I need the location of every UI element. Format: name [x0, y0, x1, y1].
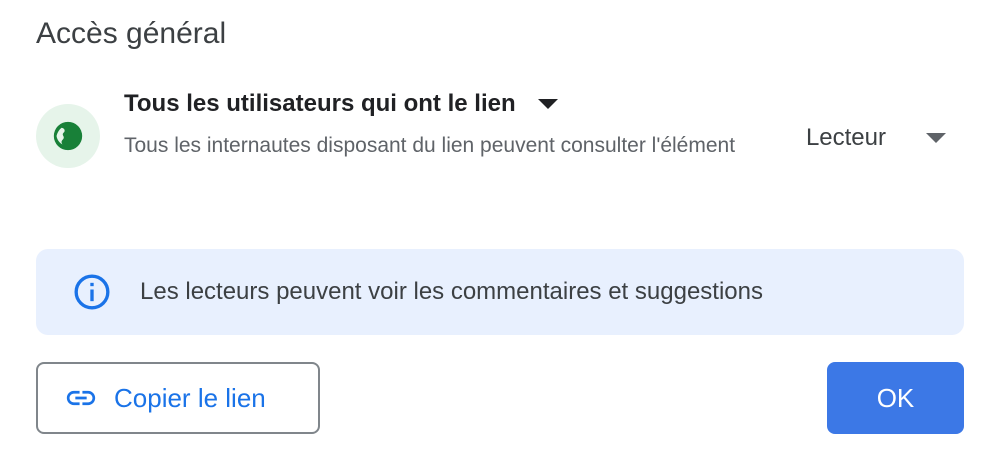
role-dropdown[interactable]: Lecteur — [806, 120, 948, 156]
general-access-label: Tous les utilisateurs qui ont le lien — [124, 90, 516, 117]
ok-button[interactable]: OK — [827, 362, 964, 434]
role-label: Lecteur — [805, 124, 886, 151]
copy-link-button[interactable]: Copier le lien — [36, 362, 320, 434]
general-access-row: Tous les utilisateurs qui ont le lien To… — [36, 86, 948, 198]
section-title: Accès général — [36, 17, 227, 50]
general-access-description: Tous les internautes disposant du lien p… — [124, 134, 736, 157]
general-access-panel: Accès général Tous les utilisateurs qui … — [0, 0, 984, 462]
general-access-dropdown[interactable]: Tous les utilisateurs qui ont le lien — [124, 86, 558, 122]
globe-icon-badge — [36, 104, 100, 168]
chevron-down-icon — [926, 133, 946, 143]
info-icon — [74, 274, 110, 310]
link-icon — [66, 390, 96, 406]
copy-link-label: Copier le lien — [114, 382, 266, 413]
globe-icon — [53, 121, 83, 151]
info-banner: Les lecteurs peuvent voir les commentair… — [36, 249, 964, 335]
chevron-down-icon — [537, 99, 558, 109]
info-banner-text: Les lecteurs peuvent voir les commentair… — [140, 278, 763, 305]
